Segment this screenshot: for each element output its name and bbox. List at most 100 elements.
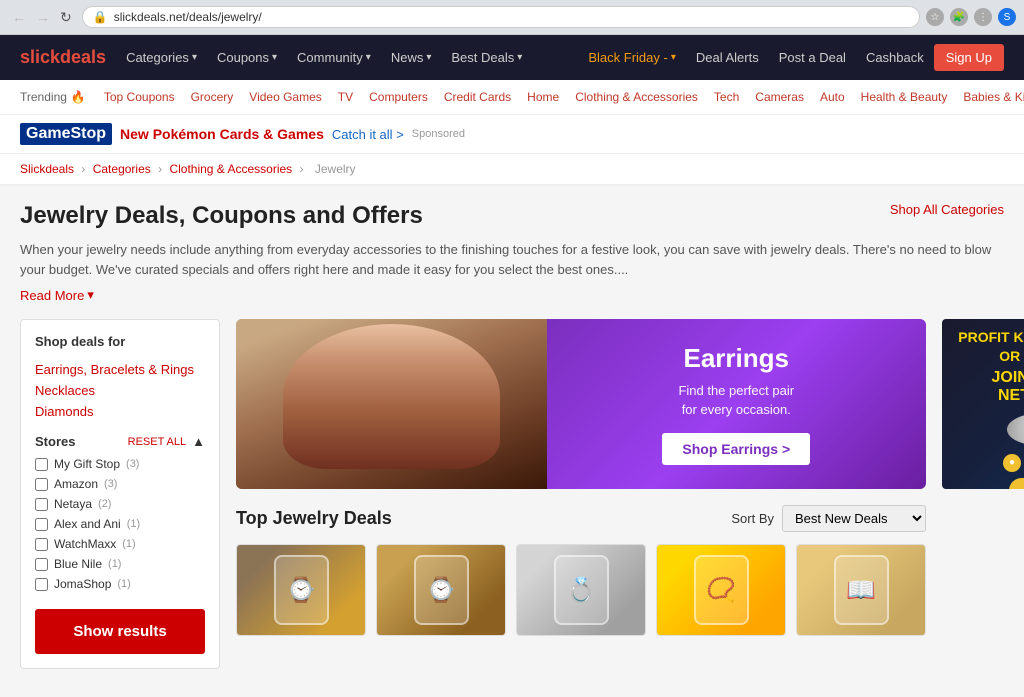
store-watchmaxx: WatchMaxx (1) bbox=[35, 537, 205, 551]
breadcrumb-sep: › bbox=[81, 162, 88, 176]
chevron-down-icon: ▾ bbox=[671, 52, 676, 63]
shop-earrings-button[interactable]: Shop Earrings > bbox=[662, 433, 810, 465]
store-amazon: Amazon (3) bbox=[35, 477, 205, 491]
watch-icon: ⌚ bbox=[274, 555, 329, 625]
hero-person-image bbox=[236, 319, 547, 489]
url-text: slickdeals.net/deals/jewelry/ bbox=[114, 10, 262, 24]
gamestop-logo: GameStop bbox=[20, 123, 112, 145]
ad-cta-button[interactable]: I'M IN bbox=[1009, 478, 1024, 489]
show-results-button[interactable]: Show results bbox=[35, 609, 205, 654]
browser-nav-arrows: ← → ↻ bbox=[8, 7, 76, 28]
book-icon: 📖 bbox=[834, 555, 889, 625]
sidebar: Shop deals for Earrings, Bracelets & Rin… bbox=[20, 319, 220, 681]
trending-grocery[interactable]: Grocery bbox=[183, 86, 242, 108]
hero-image bbox=[236, 319, 547, 489]
store-checkbox-amazon[interactable] bbox=[35, 478, 48, 491]
site-logo[interactable]: slickdeals bbox=[20, 35, 106, 80]
breadcrumb-sep: › bbox=[300, 162, 307, 176]
nav-black-friday[interactable]: Black Friday - ▾ bbox=[578, 36, 686, 79]
content-area: Jewelry Deals, Coupons and Offers Shop A… bbox=[0, 186, 1024, 697]
forward-button[interactable]: → bbox=[32, 7, 54, 28]
necklace-icon: 📿 bbox=[694, 555, 749, 625]
sidebar-link-diamonds[interactable]: Diamonds bbox=[35, 401, 205, 422]
breadcrumb-sep: › bbox=[158, 162, 165, 176]
profile-icon[interactable]: S bbox=[998, 8, 1016, 26]
top-deals-section: Top Jewelry Deals Sort By Best New Deals… bbox=[236, 505, 926, 636]
reset-all-link[interactable]: RESET ALL bbox=[128, 436, 187, 448]
trending-cameras[interactable]: Cameras bbox=[747, 86, 812, 108]
breadcrumb-slickdeals[interactable]: Slickdeals bbox=[20, 162, 74, 176]
sidebar-link-earrings[interactable]: Earrings, Bracelets & Rings bbox=[35, 359, 205, 380]
browser-chrome: ← → ↻ 🔒 slickdeals.net/deals/jewelry/ ☆ … bbox=[0, 0, 1024, 35]
main-navigation: slickdeals Categories ▾ Coupons ▾ Commun… bbox=[0, 35, 1024, 80]
shop-all-link[interactable]: Shop All Categories bbox=[890, 202, 1004, 217]
store-checkbox-jomashop[interactable] bbox=[35, 578, 48, 591]
trending-credit-cards[interactable]: Credit Cards bbox=[436, 86, 519, 108]
sidebar-stores-header[interactable]: Stores RESET ALL ▲ bbox=[35, 434, 205, 449]
trending-health-beauty[interactable]: Health & Beauty bbox=[853, 86, 956, 108]
featured-area: Earrings Find the perfect pairfor every … bbox=[236, 319, 926, 681]
trending-clothing[interactable]: Clothing & Accessories bbox=[567, 86, 706, 108]
trending-home[interactable]: Home bbox=[519, 86, 567, 108]
store-checkbox-netaya[interactable] bbox=[35, 498, 48, 511]
trending-label: Trending 🔥 bbox=[20, 90, 86, 104]
nav-deal-alerts[interactable]: Deal Alerts bbox=[686, 36, 769, 79]
breadcrumb-categories[interactable]: Categories bbox=[93, 162, 151, 176]
nav-coupons[interactable]: Coupons ▾ bbox=[207, 36, 287, 79]
breadcrumb-clothing[interactable]: Clothing & Accessories bbox=[169, 162, 292, 176]
refresh-button[interactable]: ↻ bbox=[56, 7, 76, 28]
ad-cta-link[interactable]: Catch it all > bbox=[332, 127, 404, 142]
deal-card-image-5: 📖 bbox=[797, 545, 925, 635]
nav-news[interactable]: News ▾ bbox=[381, 36, 442, 79]
store-alex-ani: Alex and Ani (1) bbox=[35, 517, 205, 531]
trending-tv[interactable]: TV bbox=[330, 86, 361, 108]
main-layout: Shop deals for Earrings, Bracelets & Rin… bbox=[20, 319, 1004, 681]
hero-title: Earrings bbox=[684, 343, 790, 374]
deal-card-image-2: ⌚ bbox=[377, 545, 505, 635]
hero-banner: Earrings Find the perfect pairfor every … bbox=[236, 319, 926, 489]
top-deals-header: Top Jewelry Deals Sort By Best New Deals… bbox=[236, 505, 926, 532]
deal-card-1[interactable]: ⌚ bbox=[236, 544, 366, 636]
sort-by-select[interactable]: Best New Deals Most Recent Price: Low to… bbox=[782, 505, 926, 532]
sponsored-label: Sponsored bbox=[412, 128, 465, 140]
chevron-down-icon: ▾ bbox=[366, 52, 371, 63]
sidebar-shop-box: Shop deals for Earrings, Bracelets & Rin… bbox=[20, 319, 220, 669]
menu-icon[interactable]: ⋮ bbox=[974, 8, 992, 26]
ad-decorations: ● ● bbox=[1003, 454, 1024, 472]
extensions-icon[interactable]: 🧩 bbox=[950, 8, 968, 26]
star-icon[interactable]: ☆ bbox=[926, 8, 944, 26]
store-checkbox-alex-ani[interactable] bbox=[35, 518, 48, 531]
trending-babies-kids[interactable]: Babies & Kids bbox=[955, 86, 1024, 108]
deal-card-5[interactable]: 📖 bbox=[796, 544, 926, 636]
trending-auto[interactable]: Auto bbox=[812, 86, 853, 108]
trending-bar: Trending 🔥 Top Coupons Grocery Video Gam… bbox=[0, 80, 1024, 115]
deal-card-image-4: 📿 bbox=[657, 545, 785, 635]
nav-post-deal[interactable]: Post a Deal bbox=[769, 36, 856, 79]
back-button[interactable]: ← bbox=[8, 7, 30, 28]
store-checkbox-my-gift-stop[interactable] bbox=[35, 458, 48, 471]
chevron-up-icon: ▲ bbox=[192, 434, 205, 449]
chevron-down-icon: ▾ bbox=[426, 52, 431, 63]
deal-card-4[interactable]: 📿 bbox=[656, 544, 786, 636]
store-checkbox-watchmaxx[interactable] bbox=[35, 538, 48, 551]
ad-text: New Pokémon Cards & Games bbox=[120, 126, 324, 142]
nav-community[interactable]: Community ▾ bbox=[287, 36, 381, 79]
trending-computers[interactable]: Computers bbox=[361, 86, 436, 108]
sidebar-link-necklaces[interactable]: Necklaces bbox=[35, 380, 205, 401]
address-bar[interactable]: 🔒 slickdeals.net/deals/jewelry/ bbox=[82, 6, 920, 28]
read-more-button[interactable]: Read More ▾ bbox=[20, 287, 1004, 303]
watch-icon-2: ⌚ bbox=[414, 555, 469, 625]
page-header: Jewelry Deals, Coupons and Offers Shop A… bbox=[20, 202, 1004, 230]
trending-tech[interactable]: Tech bbox=[706, 86, 747, 108]
store-checkbox-blue-nile[interactable] bbox=[35, 558, 48, 571]
deal-card-2[interactable]: ⌚ bbox=[376, 544, 506, 636]
nav-signup[interactable]: Sign Up bbox=[934, 44, 1004, 71]
nav-categories[interactable]: Categories ▾ bbox=[116, 36, 207, 79]
trending-video-games[interactable]: Video Games bbox=[241, 86, 330, 108]
nav-cashback[interactable]: Cashback bbox=[856, 36, 934, 79]
trending-top-coupons[interactable]: Top Coupons bbox=[96, 86, 183, 108]
chevron-down-icon: ▾ bbox=[517, 52, 522, 63]
nav-best-deals[interactable]: Best Deals ▾ bbox=[441, 36, 532, 79]
deal-card-3[interactable]: 💍 bbox=[516, 544, 646, 636]
deal-card-image-1: ⌚ bbox=[237, 545, 365, 635]
